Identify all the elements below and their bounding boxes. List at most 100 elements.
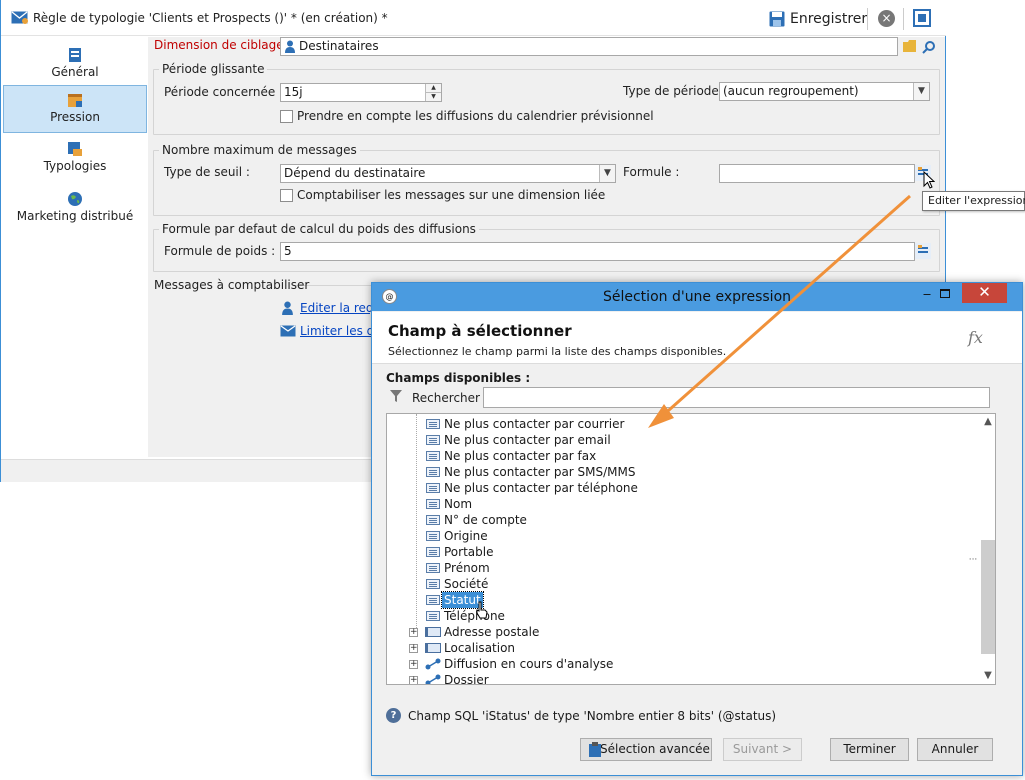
globe-icon	[68, 192, 82, 206]
tree-item[interactable]: + Adresse postale	[387, 624, 977, 640]
tree-item[interactable]: Ne plus contacter par téléphone	[387, 480, 977, 496]
field-icon	[426, 579, 440, 589]
next-label: Suivant >	[732, 742, 793, 756]
group-icon	[425, 643, 441, 653]
periode-spinner[interactable]: ▲ ▼	[425, 84, 441, 101]
tree-item[interactable]: Ne plus contacter par SMS/MMS	[387, 464, 977, 480]
dimension-value: Destinataires	[299, 39, 379, 53]
dimension-field[interactable]: Destinataires	[280, 37, 898, 56]
vertical-scrollbar[interactable]: ▲ ▼	[980, 414, 995, 684]
scroll-up-icon[interactable]: ▲	[980, 414, 995, 430]
poids-label: Formule de poids :	[164, 244, 276, 258]
max-messages-legend: Nombre maximum de messages	[159, 143, 360, 157]
scroll-down-icon[interactable]: ▼	[980, 668, 995, 684]
tree-item-label: Prénom	[444, 561, 490, 575]
person-icon	[285, 40, 295, 53]
tree-item-label: Ne plus contacter par email	[444, 433, 611, 447]
field-icon	[426, 435, 440, 445]
messages-legend: Messages à comptabiliser	[154, 278, 310, 292]
expand-icon[interactable]: +	[409, 676, 418, 684]
group-icon	[425, 627, 441, 637]
sidebar-item-general[interactable]: Général	[3, 41, 147, 89]
close-icon[interactable]: ✕	[962, 283, 1007, 303]
sidebar-item-marketing-distribue[interactable]: Marketing distribué	[3, 185, 147, 233]
help-icon: ?	[386, 708, 401, 723]
scroll-thumb[interactable]	[981, 540, 995, 654]
seuil-label: Type de seuil :	[164, 165, 250, 179]
maximize-icon[interactable]	[940, 289, 950, 298]
folder-icon[interactable]	[903, 40, 917, 52]
tree-item[interactable]: + Localisation	[387, 640, 977, 656]
fields-tree[interactable]: Ne plus contacter par courrier Ne plus co…	[386, 413, 996, 685]
dimension-label: Dimension de ciblage :	[154, 38, 292, 52]
type-periode-label: Type de période :	[623, 84, 727, 98]
tree-item-label: Dossier	[444, 673, 489, 685]
close-icon[interactable]: ×	[878, 10, 895, 27]
sidebar-item-typologies[interactable]: Typologies	[3, 135, 147, 183]
tree-item[interactable]: Ne plus contacter par email	[387, 432, 977, 448]
periode-label: Période concernée :	[164, 85, 284, 99]
person-icon	[282, 301, 293, 315]
save-button[interactable]: Enregistrer	[769, 8, 867, 30]
sidebar-item-label: Typologies	[43, 159, 107, 173]
fx-icon: fx	[968, 328, 983, 347]
typologies-icon	[68, 142, 82, 156]
next-button[interactable]: Suivant >	[723, 738, 802, 761]
tree-item-label: Portable	[444, 545, 494, 559]
tree-item[interactable]: + Diffusion en cours d'analyse	[387, 656, 977, 672]
tree-item[interactable]: Ne plus contacter par courrier	[387, 416, 977, 432]
tree-item[interactable]: Origine	[387, 528, 977, 544]
sidebar-item-pression[interactable]: Pression	[3, 85, 147, 133]
tooltip: Editer l'expression	[922, 191, 1025, 211]
search-icon[interactable]	[922, 40, 936, 54]
more-icon[interactable]: ···	[966, 555, 980, 567]
link-icon	[425, 658, 441, 670]
tree-item[interactable]: Nom	[387, 496, 977, 512]
toolbar-separator	[903, 8, 904, 30]
formule-label: Formule :	[623, 165, 680, 179]
formule-input[interactable]	[719, 164, 915, 183]
field-icon	[426, 419, 440, 429]
mouse-cursor-icon	[923, 171, 935, 189]
general-icon	[69, 48, 81, 62]
field-icon	[426, 531, 440, 541]
chevron-down-icon: ▼	[599, 165, 615, 182]
filter-icon	[390, 390, 402, 402]
maximize-icon[interactable]	[913, 9, 931, 27]
finish-button[interactable]: Terminer	[830, 738, 909, 761]
floppy-icon	[769, 11, 785, 27]
tree-item[interactable]: Société	[387, 576, 977, 592]
calendar-icon	[68, 94, 82, 107]
tree-item[interactable]: Prénom	[387, 560, 977, 576]
seuil-select[interactable]: Dépend du destinataire ▼	[280, 164, 616, 183]
max-messages-fieldset	[153, 150, 940, 216]
minimize-icon[interactable]: ‒	[916, 287, 938, 305]
tree-item[interactable]: N° de compte	[387, 512, 977, 528]
hand-cursor-icon	[476, 601, 488, 619]
periode-fieldset	[153, 69, 940, 135]
tree-item-label: Localisation	[444, 641, 516, 655]
cancel-button[interactable]: Annuler	[917, 738, 993, 761]
expand-icon[interactable]: +	[409, 628, 418, 637]
tree-item[interactable]: Ne plus contacter par fax	[387, 448, 977, 464]
tree-item-label: Ne plus contacter par fax	[444, 449, 597, 463]
field-icon	[426, 515, 440, 525]
poids-input[interactable]: 5	[280, 242, 915, 261]
advanced-selection-button[interactable]: Sélection avancée	[580, 738, 712, 761]
linked-dimension-checkbox[interactable]	[280, 189, 293, 202]
calendar-checkbox[interactable]	[280, 110, 293, 123]
expand-icon[interactable]: +	[409, 660, 418, 669]
tree-item-label: N° de compte	[444, 513, 527, 527]
edit-expression-icon[interactable]	[915, 243, 931, 259]
limit-deliveries-link[interactable]: Limiter les dif	[300, 324, 382, 338]
search-input[interactable]	[483, 387, 990, 408]
type-periode-select[interactable]: (aucun regroupement) ▼	[719, 82, 930, 101]
periode-input[interactable]: 15j ▲ ▼	[280, 83, 442, 102]
cancel-label: Annuler	[931, 742, 979, 756]
tree-item-label: Société	[444, 577, 489, 591]
tree-item-label: Ne plus contacter par téléphone	[444, 481, 638, 495]
tree-item[interactable]: + Dossier	[387, 672, 977, 685]
expand-icon[interactable]: +	[409, 644, 418, 653]
tree-item[interactable]: Portable	[387, 544, 977, 560]
edit-query-link[interactable]: Editer la requ	[300, 301, 381, 315]
